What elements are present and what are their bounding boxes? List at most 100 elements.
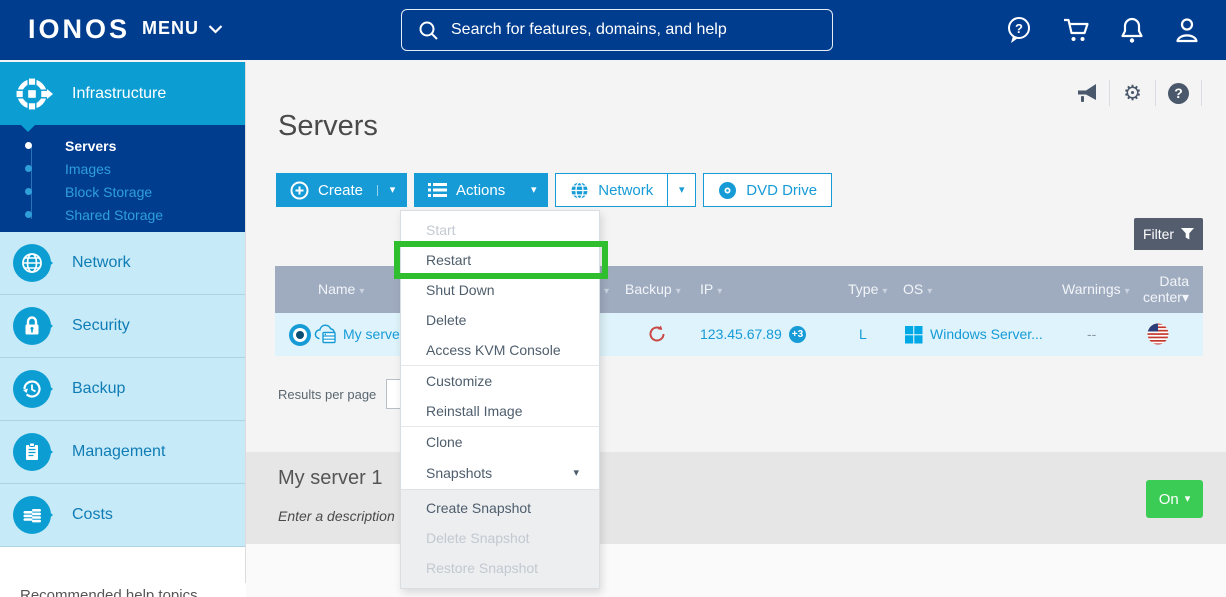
filter-button[interactable]: Filter [1134, 218, 1203, 250]
server-ip[interactable]: 123.45.67.89 [700, 313, 782, 356]
security-icon [13, 307, 51, 345]
sidebar-item-label: Costs [72, 506, 113, 524]
cloud-server-icon [313, 324, 339, 348]
main-content: ⚙ ? Servers Create ▾ [246, 60, 1226, 597]
help-bubble-icon[interactable]: ? [1005, 15, 1033, 45]
footer-label: Recommended help topics [20, 587, 198, 597]
list-icon [428, 182, 447, 198]
backup-icon [13, 370, 51, 408]
actions-caret-button[interactable]: ▾ [519, 185, 548, 196]
column-header-warnings[interactable]: Warnings▾ [1062, 266, 1130, 315]
caret-down-icon: ▾ [359, 286, 364, 297]
network-icon [13, 244, 51, 282]
page-title: Servers [278, 110, 378, 143]
column-header-type[interactable]: Type▾ [848, 266, 887, 315]
submenu-label: Servers [65, 138, 116, 154]
infrastructure-icon [13, 75, 51, 113]
bullet-icon [25, 211, 32, 218]
svg-text:?: ? [1015, 21, 1023, 36]
column-label: OS [903, 281, 923, 297]
bell-icon[interactable] [1119, 16, 1145, 44]
cart-icon[interactable] [1062, 17, 1090, 43]
network-caret-button[interactable]: ▾ [667, 173, 696, 207]
server-warnings: -- [1087, 313, 1096, 356]
actions-dropdown-menu: Start Restart Shut Down Delete Access KV… [400, 210, 600, 589]
sidebar-item-block-storage[interactable]: Block Storage [0, 180, 245, 203]
actions-button[interactable]: Actions ▾ [414, 173, 548, 207]
bullet-icon [25, 165, 32, 172]
sidebar-item-label: Security [72, 317, 130, 335]
sidebar-item-label: Network [72, 254, 131, 272]
user-icon[interactable] [1174, 16, 1200, 44]
server-detail-title: My server 1 [278, 467, 382, 490]
column-header-ip[interactable]: IP▾ [700, 266, 722, 315]
sidebar-item-management[interactable]: Management [0, 421, 245, 484]
recommended-help-topics: Recommended help topics [0, 583, 246, 597]
filter-button-label: Filter [1143, 226, 1174, 242]
server-os[interactable]: Windows Server... [930, 313, 1043, 356]
create-caret-button[interactable]: ▾ [377, 185, 407, 196]
column-header-hidden[interactable]: ▾ [600, 266, 609, 315]
search-input[interactable]: Search for features, domains, and help [401, 9, 833, 51]
create-button-label: Create [318, 182, 363, 199]
us-flag-icon [1147, 323, 1169, 348]
menu-item-access-kvm-console[interactable]: Access KVM Console [401, 335, 599, 365]
column-header-name[interactable]: Name▾ [318, 266, 364, 315]
dvd-disc-icon [718, 181, 737, 200]
column-label: Backup [625, 281, 672, 297]
power-state-button[interactable]: On ▾ [1146, 480, 1203, 518]
menu-item-create-snapshot[interactable]: Create Snapshot [401, 493, 599, 523]
ip-more-badge[interactable]: +3 [789, 326, 806, 343]
page-action-icons: ⚙ ? [1064, 80, 1202, 106]
search-placeholder: Search for features, domains, and help [451, 21, 727, 39]
sidebar-item-shared-storage[interactable]: Shared Storage [0, 203, 245, 226]
server-description-placeholder[interactable]: Enter a description [278, 508, 395, 524]
create-button[interactable]: Create ▾ [276, 173, 407, 207]
column-header-backup[interactable]: Backup ▾ [625, 266, 681, 315]
sidebar-item-network[interactable]: Network [0, 232, 245, 295]
search-icon [418, 20, 439, 41]
actions-button-label: Actions [456, 182, 505, 199]
menu-item-snapshots[interactable]: Snapshots ▾ [401, 457, 599, 489]
gear-glyph: ⚙ [1123, 83, 1142, 104]
server-type: L [859, 313, 867, 356]
menu-item-reinstall-image[interactable]: Reinstall Image [401, 396, 599, 426]
menu-item-restart[interactable]: Restart [401, 245, 599, 275]
column-label: Warnings [1062, 281, 1121, 297]
menu-toggle[interactable]: MENU [142, 18, 223, 39]
settings-gear-icon[interactable]: ⚙ [1110, 80, 1156, 106]
menu-item-shut-down[interactable]: Shut Down [401, 275, 599, 305]
caret-down-icon: ▾ [390, 185, 396, 196]
menu-item-clone[interactable]: Clone [401, 427, 599, 457]
server-name[interactable]: My serve [343, 313, 400, 356]
column-label: IP [700, 281, 713, 297]
sidebar-item-label: Infrastructure [72, 85, 166, 103]
caret-down-icon: ▾ [676, 286, 681, 297]
announcements-icon[interactable] [1064, 80, 1110, 106]
sidebar-item-costs[interactable]: Costs [0, 484, 245, 547]
row-radio-button[interactable] [289, 324, 311, 346]
menu-item-restore-snapshot: Restore Snapshot [401, 553, 599, 583]
column-header-os[interactable]: OS▾ [903, 266, 932, 315]
sidebar-item-infrastructure[interactable]: Infrastructure [0, 62, 245, 125]
ionos-cloud-panel: IONOS MENU Search for features, domains,… [0, 0, 1226, 597]
sidebar-item-label: Management [72, 443, 165, 461]
column-header-datacenter[interactable]: Data center▾ [1133, 273, 1189, 305]
globe-icon [570, 181, 589, 200]
menu-item-delete[interactable]: Delete [401, 305, 599, 335]
ionos-logo[interactable]: IONOS [28, 14, 130, 45]
toolbar: Create ▾ Actions ▾ [276, 173, 832, 207]
sidebar: Infrastructure Servers Images Block Stor… [0, 62, 246, 597]
menu-item-delete-snapshot: Delete Snapshot [401, 523, 599, 553]
sidebar-item-images[interactable]: Images [0, 157, 245, 180]
question-mark-glyph: ? [1168, 83, 1189, 104]
menu-toggle-label: MENU [142, 18, 199, 39]
dvd-drive-button[interactable]: DVD Drive [703, 173, 832, 207]
help-icon[interactable]: ? [1156, 80, 1202, 106]
sidebar-item-backup[interactable]: Backup [0, 358, 245, 421]
menu-item-customize[interactable]: Customize [401, 366, 599, 396]
network-button[interactable]: Network [555, 173, 667, 207]
sidebar-item-servers[interactable]: Servers [0, 134, 245, 157]
funnel-icon [1181, 228, 1194, 240]
sidebar-item-security[interactable]: Security [0, 295, 245, 358]
